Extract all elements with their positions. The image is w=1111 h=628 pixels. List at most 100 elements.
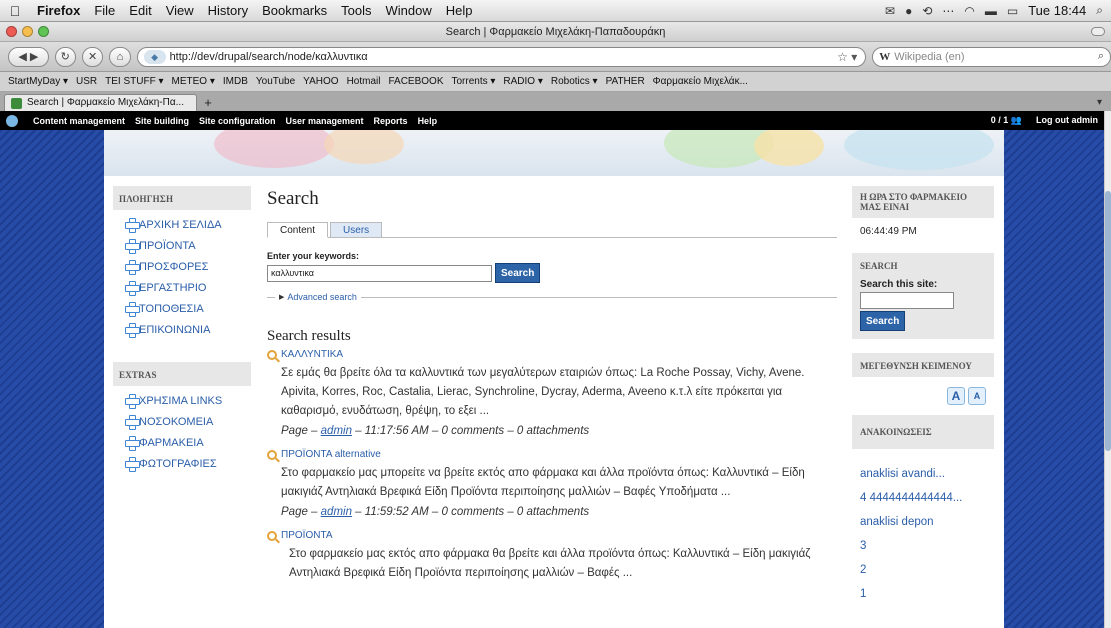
admin-reports[interactable]: Reports (369, 116, 413, 126)
bookmark-item[interactable]: RADIO ▾ (499, 76, 546, 87)
font-increase-button[interactable]: A (947, 387, 965, 405)
back-icon[interactable]: ◀ (18, 50, 26, 63)
tab-title[interactable]: Search | Φαρμακείο Μιχελάκη-Πα... (27, 97, 184, 108)
site-search-input[interactable] (860, 292, 954, 309)
url-text[interactable]: http://dev/drupal/search/node/καλλυντικα (170, 51, 834, 63)
result-author-link[interactable]: admin (321, 506, 352, 518)
admin-content-management[interactable]: Content management (28, 116, 130, 126)
browser-tab[interactable]: Search | Φαρμακείο Μιχελάκη-Πα... (4, 94, 197, 111)
extras-item-label[interactable]: ΦΑΡΜΑΚΕΙΑ (139, 437, 204, 449)
battery-icon[interactable]: ▭ (1007, 4, 1018, 18)
bookmark-item[interactable]: USR (72, 76, 101, 87)
bookmark-item[interactable]: Φαρμακείο Μιχελάκ... (649, 76, 752, 87)
extras-item-label[interactable]: ΝΟΣΟΚΟΜΕΙΑ (139, 416, 213, 428)
menu-tools[interactable]: Tools (334, 3, 378, 18)
nav-item-label[interactable]: ΠΡΟΪΟΝΤΑ (139, 240, 196, 252)
search-engine-icon[interactable]: W (879, 51, 890, 63)
advanced-search-link[interactable]: Advanced search (287, 292, 357, 302)
nav-item-location[interactable]: ΤΟΠΟΘΕΣΙΑ (125, 298, 251, 319)
nav-item-products[interactable]: ΠΡΟΪΟΝΤΑ (125, 235, 251, 256)
flag-icon[interactable]: ▬ (985, 4, 997, 18)
user-icon[interactable]: ● (905, 4, 912, 18)
announcement-link[interactable]: 3 (860, 537, 986, 556)
search-box[interactable]: W Wikipedia (en) ⌕ (872, 46, 1111, 67)
admin-help[interactable]: Help (413, 116, 443, 126)
new-tab-button[interactable]: + (197, 95, 219, 111)
extras-item-photos[interactable]: ΦΩΤΟΓΡΑΦΙΕΣ (125, 453, 251, 474)
zoom-window-button[interactable] (38, 26, 49, 37)
nav-item-contact[interactable]: ΕΠΙΚΟΙΝΩΝΙΑ (125, 319, 251, 340)
back-forward-button[interactable]: ◀ ▶ (8, 46, 49, 67)
nav-item-offers[interactable]: ΠΡΟΣΦΟΡΕΣ (125, 256, 251, 277)
keywords-input[interactable] (267, 264, 492, 282)
vertical-scrollbar[interactable] (1104, 111, 1111, 628)
drupal-logo-icon[interactable] (6, 114, 18, 127)
admin-site-configuration[interactable]: Site configuration (194, 116, 281, 126)
site-identity-icon[interactable]: ◆ (143, 49, 166, 64)
apple-icon[interactable]:  (0, 3, 30, 19)
nav-item-label[interactable]: ΤΟΠΟΘΕΣΙΑ (139, 303, 204, 315)
home-button[interactable]: ⌂ (109, 46, 131, 67)
extras-item-hospitals[interactable]: ΝΟΣΟΚΟΜΕΙΑ (125, 411, 251, 432)
admin-site-building[interactable]: Site building (130, 116, 194, 126)
logout-link[interactable]: Log out admin (1036, 115, 1098, 126)
announcement-link[interactable]: anaklisi depon (860, 513, 986, 532)
result-title-link[interactable]: ΠΡΟΪΟΝΤΑ alternative (281, 449, 381, 460)
reload-button[interactable]: ↻ (54, 46, 76, 67)
announcement-link[interactable]: 2 (860, 561, 986, 580)
nav-item-lab[interactable]: ΕΡΓΑΣΤΗΡΙΟ (125, 277, 251, 298)
tab-content[interactable]: Content (267, 222, 329, 238)
bookmark-item[interactable]: Torrents ▾ (447, 76, 499, 87)
bookmark-item[interactable]: IMDB (219, 76, 252, 87)
bookmark-item[interactable]: FACEBOOK (384, 76, 447, 87)
search-icon[interactable]: ⌕ (1098, 50, 1104, 63)
site-search-button[interactable]: Search (860, 311, 906, 331)
bookmark-item[interactable]: PATHER (602, 76, 649, 87)
announcement-link[interactable]: anaklisi avandi... (860, 465, 986, 484)
menu-file[interactable]: File (87, 3, 122, 18)
nav-item-label[interactable]: ΕΠΙΚΟΙΝΩΝΙΑ (139, 324, 210, 336)
menu-bookmarks[interactable]: Bookmarks (255, 3, 334, 18)
close-window-button[interactable] (6, 26, 17, 37)
extras-item-label[interactable]: ΦΩΤΟΓΡΑΦΙΕΣ (139, 458, 217, 470)
mail-icon[interactable]: ✉ (885, 4, 895, 18)
admin-user-management[interactable]: User management (281, 116, 369, 126)
bookmark-item[interactable]: Hotmail (343, 76, 385, 87)
nav-item-home[interactable]: ΑΡΧΙΚΗ ΣΕΛΙΔΑ (125, 214, 251, 235)
url-bar[interactable]: ◆ http://dev/drupal/search/node/καλλυντι… (136, 46, 867, 67)
bookmark-item[interactable]: YouTube (252, 76, 299, 87)
admin-user-count[interactable]: 0 / 1 👥 (991, 115, 1022, 126)
toolbar-toggle-button[interactable] (1091, 27, 1105, 36)
extras-item-label[interactable]: ΧΡΗΣΙΜΑ LINKS (139, 395, 222, 407)
bookmark-star-icon[interactable]: ☆ ▾ (837, 50, 865, 64)
nav-item-label[interactable]: ΕΡΓΑΣΤΗΡΙΟ (139, 282, 206, 294)
menubar-clock[interactable]: Tue 18:44 (1028, 3, 1086, 18)
bookmark-item[interactable]: TEI STUFF ▾ (101, 76, 167, 87)
bluetooth-icon[interactable]: ⋯ (942, 4, 954, 18)
menu-firefox[interactable]: Firefox (30, 3, 87, 18)
bookmark-item[interactable]: YAHOO (299, 76, 342, 87)
extras-item-pharmacies[interactable]: ΦΑΡΜΑΚΕΙΑ (125, 432, 251, 453)
search-placeholder[interactable]: Wikipedia (en) (894, 51, 964, 63)
announcement-link[interactable]: 4 4444444444444... (860, 489, 986, 508)
nav-item-label[interactable]: ΑΡΧΙΚΗ ΣΕΛΙΔΑ (139, 219, 222, 231)
extras-item-links[interactable]: ΧΡΗΣΙΜΑ LINKS (125, 390, 251, 411)
forward-icon[interactable]: ▶ (30, 50, 38, 63)
expand-triangle-icon[interactable]: ▶ (279, 293, 284, 301)
tab-users[interactable]: Users (330, 222, 383, 238)
spotlight-icon[interactable]: ⌕ (1096, 3, 1103, 18)
wifi-icon[interactable]: ◠ (964, 4, 974, 18)
bookmark-item[interactable]: METEO ▾ (168, 76, 219, 87)
menu-history[interactable]: History (201, 3, 255, 18)
result-title-link[interactable]: ΚΑΛΛΥΝΤΙΚΑ (281, 349, 343, 360)
stop-button[interactable]: ✕ (81, 46, 104, 67)
result-author-link[interactable]: admin (321, 425, 352, 437)
search-submit-button[interactable]: Search (495, 263, 541, 283)
time-machine-icon[interactable]: ⟲ (922, 4, 932, 18)
announcement-link[interactable]: 1 (860, 585, 986, 604)
menu-view[interactable]: View (159, 3, 201, 18)
menu-window[interactable]: Window (379, 3, 439, 18)
scrollbar-thumb[interactable] (1105, 191, 1111, 451)
nav-item-label[interactable]: ΠΡΟΣΦΟΡΕΣ (139, 261, 208, 273)
minimize-window-button[interactable] (22, 26, 33, 37)
